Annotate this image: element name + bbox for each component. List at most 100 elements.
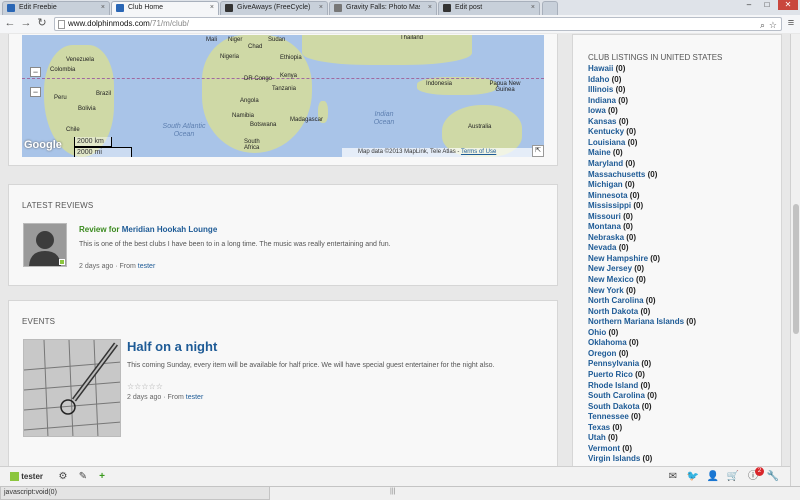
club-list-item[interactable]: Michigan (0) [588, 180, 635, 190]
tab-edit-freebie[interactable]: Edit Freebie × [2, 1, 110, 15]
club-state-link[interactable]: Ohio [588, 328, 606, 337]
menu-icon[interactable]: ≡ [785, 17, 797, 30]
club-state-link[interactable]: Maine [588, 148, 611, 157]
club-state-link[interactable]: Montana [588, 222, 621, 231]
club-list-item[interactable]: Kentucky (0) [588, 127, 636, 137]
club-list-item[interactable]: North Carolina (0) [588, 296, 656, 306]
club-list-item[interactable]: Tennessee (0) [588, 412, 641, 422]
bookmark-star-icon[interactable]: ☆ [769, 19, 777, 31]
club-state-link[interactable]: Illinois [588, 85, 613, 94]
club-state-link[interactable]: Missouri [588, 212, 621, 221]
club-list-item[interactable]: Utah (0) [588, 433, 618, 443]
club-state-link[interactable]: Oregon [588, 349, 616, 358]
club-state-link[interactable]: Maryland [588, 159, 623, 168]
club-state-link[interactable]: North Carolina [588, 296, 644, 305]
club-list-item[interactable]: Ohio (0) [588, 328, 618, 338]
edit-icon[interactable]: ✎ [76, 471, 90, 484]
settings-gear-icon[interactable]: ⚙ [56, 471, 70, 484]
club-list-item[interactable]: Massachusetts (0) [588, 170, 657, 180]
club-state-link[interactable]: Northern Mariana Islands [588, 317, 684, 326]
zoom-in-button[interactable]: − [30, 67, 41, 77]
club-list-item[interactable]: New Jersey (0) [588, 264, 644, 274]
scrollbar-thumb[interactable] [793, 204, 799, 334]
club-list-item[interactable]: Idaho (0) [588, 75, 621, 85]
address-bar[interactable]: www.dolphinmods.com/71/m/club/ ⌕ ☆ [54, 17, 782, 31]
club-state-link[interactable]: Puerto Rico [588, 370, 633, 379]
club-state-link[interactable]: Kentucky [588, 127, 624, 136]
club-state-link[interactable]: New Mexico [588, 275, 634, 284]
club-list-item[interactable]: Texas (0) [588, 423, 622, 433]
club-state-link[interactable]: Iowa [588, 106, 606, 115]
event-author-link[interactable]: tester [186, 394, 204, 401]
club-list-item[interactable]: South Dakota (0) [588, 402, 652, 412]
club-state-link[interactable]: Virgin Islands [588, 454, 640, 463]
user-profile-icon[interactable]: 👤 [706, 471, 720, 484]
review-club-link[interactable]: Meridian Hookah Lounge [122, 225, 218, 234]
terms-of-use-link[interactable]: Terms of Use [461, 149, 496, 155]
tab-close-icon[interactable]: × [319, 2, 323, 14]
club-state-link[interactable]: South Carolina [588, 391, 645, 400]
close-button[interactable]: ✕ [778, 0, 798, 10]
event-thumbnail[interactable] [23, 339, 121, 437]
club-state-link[interactable]: Rhode Island [588, 381, 638, 390]
google-map[interactable]: Mali Niger Sudan Chad Nigeria Ethiopia V… [22, 35, 544, 157]
notifications-icon[interactable]: ⓘ 2 [746, 467, 764, 484]
club-list-item[interactable]: Illinois (0) [588, 85, 625, 95]
club-state-link[interactable]: Mississippi [588, 201, 631, 210]
club-state-link[interactable]: Nevada [588, 243, 616, 252]
club-list-item[interactable]: Louisiana (0) [588, 138, 637, 148]
user-menu[interactable]: tester [10, 471, 43, 484]
club-list-item[interactable]: South Carolina (0) [588, 391, 657, 401]
club-state-link[interactable]: South Dakota [588, 402, 640, 411]
club-state-link[interactable]: New Jersey [588, 264, 632, 273]
club-state-link[interactable]: Tennessee [588, 412, 629, 421]
avatar[interactable] [23, 223, 67, 267]
tab-giveaways[interactable]: GiveAways (FreeCycle) :: c × [220, 1, 328, 15]
club-state-link[interactable]: Utah [588, 433, 606, 442]
twitter-bird-icon[interactable]: 🐦 [686, 471, 700, 484]
zoom-out-button[interactable]: − [30, 87, 41, 97]
forward-arrow-icon[interactable]: → [20, 17, 32, 30]
review-author-link[interactable]: tester [138, 263, 156, 270]
club-list-item[interactable]: Missouri (0) [588, 212, 633, 222]
club-list-item[interactable]: Oregon (0) [588, 349, 628, 359]
club-state-link[interactable]: Hawaii [588, 64, 613, 73]
club-list-item[interactable]: Montana (0) [588, 222, 633, 232]
club-state-link[interactable]: Oklahoma [588, 338, 627, 347]
cart-icon[interactable]: 🛒 [726, 471, 740, 484]
tab-close-icon[interactable]: × [531, 2, 535, 14]
back-arrow-icon[interactable]: ← [4, 17, 16, 30]
new-tab-button[interactable] [542, 1, 558, 15]
club-list-item[interactable]: Maryland (0) [588, 159, 635, 169]
club-list-item[interactable]: Nebraska (0) [588, 233, 636, 243]
club-list-item[interactable]: New Hampshire (0) [588, 254, 660, 264]
tab-gravity-falls[interactable]: Gravity Falls: Photo Mash × [329, 1, 437, 15]
mail-icon[interactable]: ✉ [666, 471, 680, 484]
club-list-item[interactable]: Nevada (0) [588, 243, 628, 253]
club-state-link[interactable]: Louisiana [588, 138, 625, 147]
club-list-item[interactable]: Indiana (0) [588, 96, 628, 106]
club-state-link[interactable]: Kansas [588, 117, 616, 126]
club-list-item[interactable]: Iowa (0) [588, 106, 618, 116]
club-state-link[interactable]: Michigan [588, 180, 623, 189]
maximize-button[interactable]: □ [760, 0, 774, 10]
club-list-item[interactable]: Northern Mariana Islands (0) [588, 317, 696, 327]
club-state-link[interactable]: Nebraska [588, 233, 624, 242]
vertical-scrollbar[interactable] [790, 34, 800, 486]
reload-icon[interactable]: ↻ [36, 17, 48, 30]
tab-club-home[interactable]: Club Home × [111, 1, 219, 15]
club-list-item[interactable]: Rhode Island (0) [588, 381, 650, 391]
tools-wrench-icon[interactable]: 🔧 [766, 471, 780, 484]
club-list-item[interactable]: New York (0) [588, 286, 636, 296]
club-state-link[interactable]: Pennsylvania [588, 359, 639, 368]
club-list-item[interactable]: Vermont (0) [588, 444, 632, 454]
club-list-item[interactable]: Mississippi (0) [588, 201, 643, 211]
minimize-button[interactable]: – [742, 0, 756, 10]
club-list-item[interactable]: Pennsylvania (0) [588, 359, 651, 369]
club-list-item[interactable]: Minnesota (0) [588, 191, 640, 201]
club-state-link[interactable]: Minnesota [588, 191, 628, 200]
club-list-item[interactable]: Kansas (0) [588, 117, 628, 127]
club-state-link[interactable]: New Hampshire [588, 254, 648, 263]
club-state-link[interactable]: New York [588, 286, 624, 295]
club-state-link[interactable]: North Dakota [588, 307, 638, 316]
